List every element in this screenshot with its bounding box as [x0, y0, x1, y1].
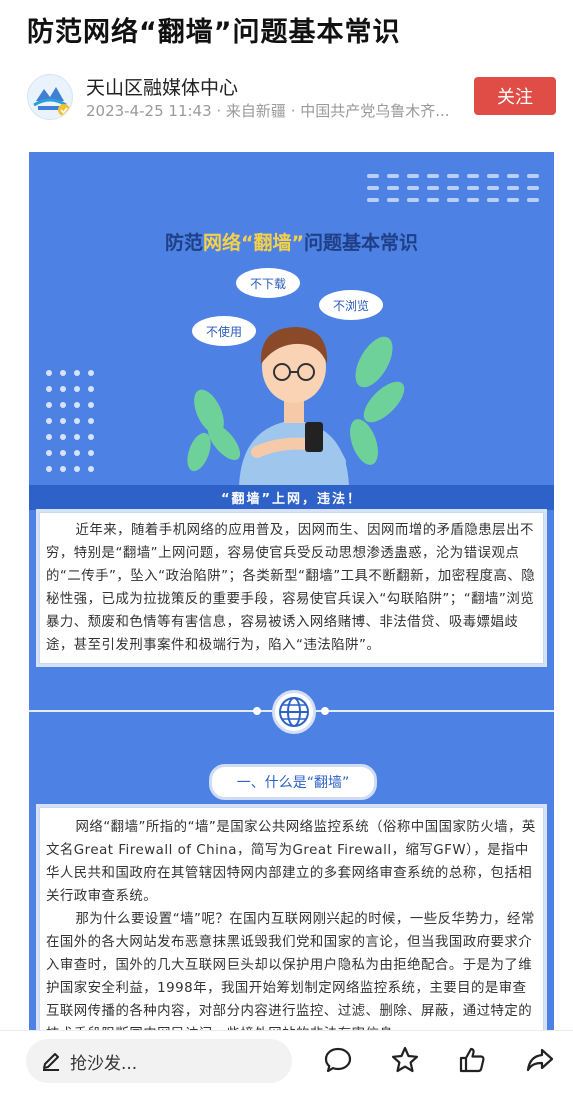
poster-image: 防范网络“翻墙”问题基本常识 不下载 不浏览 不使用 “翻墙”上网，违法！ 近年… — [29, 152, 554, 1032]
pen-icon — [43, 1053, 59, 1071]
account-logo-icon — [29, 76, 71, 118]
article-title: 防范网络“翻墙”问题基本常识 — [27, 17, 401, 48]
section-paragraph: 那为什么要设置“墙”呢？在国内互联网刚兴起的时候，一些反华势力，经常在国外的各大… — [46, 912, 535, 1032]
section-heading: 一、什么是“翻墙” — [209, 764, 377, 800]
like-button[interactable] — [456, 1044, 488, 1076]
section-card: 网络“翻墙”所指的“墙”是国家公共网络监控系统（俗称中国国家防火墙，英文名Gre… — [39, 807, 544, 1032]
person-with-phone-illustration — [187, 327, 405, 487]
thumbs-up-icon — [459, 1047, 485, 1073]
dot-pattern-decoration — [367, 174, 539, 202]
intro-card: 近年来，随着手机网络的应用普及，因网而生、因网而增的矛盾隐患层出不穷，特别是“翻… — [39, 512, 544, 664]
speech-bubble: 不下载 — [236, 268, 300, 298]
share-icon — [526, 1048, 554, 1072]
comment-input[interactable]: 抢沙发... — [26, 1039, 292, 1083]
star-icon — [391, 1046, 419, 1073]
dot-pattern-decoration — [46, 370, 94, 472]
intro-paragraph: 近年来，随着手机网络的应用普及，因网而生、因网而增的矛盾隐患层出不穷，特别是“翻… — [46, 523, 536, 653]
comment-button[interactable] — [322, 1044, 354, 1076]
section-paragraph: 网络“翻墙”所指的“墙”是国家公共网络监控系统（俗称中国国家防火墙，英文名Gre… — [46, 820, 536, 904]
favorite-button[interactable] — [389, 1044, 421, 1076]
comment-placeholder: 抢沙发... — [70, 1053, 138, 1074]
account-name[interactable]: 天山区融媒体中心 — [86, 73, 238, 100]
bottom-action-bar: 抢沙发... — [0, 1030, 573, 1112]
divider-dot — [253, 707, 261, 715]
divider-dot — [321, 707, 329, 715]
account-avatar[interactable] — [27, 74, 73, 120]
poster-title: 防范网络“翻墙”问题基本常识 — [164, 232, 419, 254]
comment-icon — [324, 1047, 352, 1073]
warning-ribbon: “翻墙”上网，违法！ — [29, 485, 554, 510]
share-button[interactable] — [524, 1044, 556, 1076]
follow-button[interactable]: 关注 — [474, 77, 556, 115]
globe-icon — [272, 690, 316, 734]
article-meta: 2023-4-25 11:43 · 来自新疆 · 中国共产党乌鲁木齐... — [86, 102, 450, 120]
